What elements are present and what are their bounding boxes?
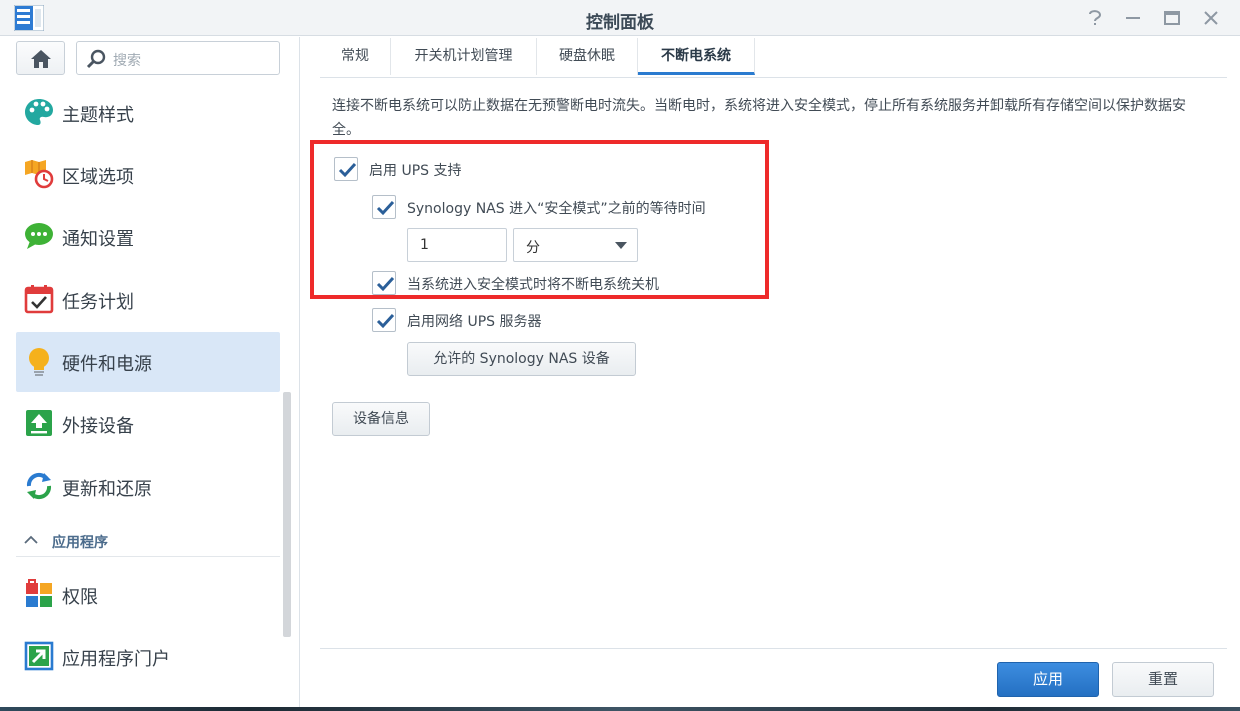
sidebar-item-notification[interactable]: 通知设置 [16, 207, 280, 267]
sidebar-item-label: 外接设备 [62, 416, 134, 437]
tab-ups[interactable]: 不断电系统 [638, 38, 755, 75]
sidebar-item-region[interactable]: 区域选项 [16, 145, 280, 205]
sidebar-item-hardware-power[interactable]: 硬件和电源 [16, 332, 280, 392]
upload-icon [26, 410, 52, 436]
permission-blocks-icon [26, 579, 52, 607]
refresh-icon [26, 472, 52, 500]
allowed-devices-button[interactable]: 允许的 Synology NAS 设备 [407, 342, 636, 376]
tab-hdd-hibernation[interactable]: 硬盘休眠 [537, 38, 638, 75]
desktop-background-strip [0, 707, 1240, 711]
footer-divider [320, 648, 1227, 649]
tab-general[interactable]: 常规 [320, 38, 391, 75]
title-bar: 控制面板 [0, 0, 1240, 36]
map-clock-icon [25, 160, 54, 189]
sidebar-item-label: 主题样式 [62, 105, 134, 126]
sidebar-item-theme[interactable]: 主题样式 [16, 83, 280, 143]
device-info-button[interactable]: 设备信息 [332, 402, 430, 436]
tab-bar: 常规 开关机计划管理 硬盘休眠 不断电系统 [320, 38, 1227, 78]
minimize-icon[interactable] [1121, 6, 1145, 30]
tab-power-schedule[interactable]: 开关机计划管理 [391, 38, 537, 75]
search-box[interactable]: 搜索 [76, 41, 280, 75]
sidebar-item-label: 通知设置 [62, 229, 134, 250]
home-icon [31, 50, 51, 68]
sidebar-scrollbar[interactable] [283, 392, 291, 637]
sidebar-item-external-devices[interactable]: 外接设备 [16, 394, 280, 454]
portal-arrow-icon [24, 641, 54, 671]
search-input[interactable]: 搜索 [113, 50, 141, 70]
ups-description: 连接不断电系统可以防止数据在无预警断电时流失。当断电时，系统将进入安全模式，停止… [332, 98, 1186, 138]
sidebar-item-label: 区域选项 [62, 167, 134, 188]
sidebar-item-permissions[interactable]: 权限 [16, 565, 280, 625]
section-label: 应用程序 [52, 535, 108, 551]
sidebar-item-label: 应用程序门户 [62, 649, 170, 670]
network-ups-checkbox[interactable] [372, 308, 396, 332]
sidebar-item-label: 更新和还原 [62, 479, 152, 500]
sidebar-item-update-restore[interactable]: 更新和还原 [16, 457, 280, 517]
sidebar: 搜索 主题样式 区域选项 通知设置 任务计划 硬件和电源 外接设备 更新和还原 … [0, 37, 300, 711]
sidebar-item-label: 硬件和电源 [62, 354, 152, 375]
sidebar-item-app-portal[interactable]: 应用程序门户 [16, 627, 280, 687]
search-icon [86, 49, 106, 69]
lightbulb-icon [29, 348, 49, 376]
sidebar-item-label: 权限 [62, 587, 98, 608]
sidebar-item-label: 任务计划 [62, 292, 134, 313]
apply-button[interactable]: 应用 [997, 662, 1099, 697]
section-header-applications[interactable]: 应用程序 [16, 527, 280, 557]
sidebar-item-task-scheduler[interactable]: 任务计划 [16, 270, 280, 330]
close-icon[interactable] [1199, 6, 1223, 30]
network-ups-label: 启用网络 UPS 服务器 [407, 314, 542, 330]
home-button[interactable] [16, 41, 65, 75]
chat-bubble-icon [25, 223, 53, 249]
reset-button[interactable]: 重置 [1112, 662, 1214, 697]
palette-icon [25, 99, 53, 125]
chevron-up-icon [24, 535, 38, 544]
maximize-icon[interactable] [1160, 6, 1184, 30]
checkmark-icon [376, 313, 395, 329]
highlight-box [310, 140, 769, 299]
calendar-check-icon [24, 285, 54, 314]
help-icon[interactable] [1083, 6, 1107, 30]
window-title: 控制面板 [586, 13, 654, 33]
